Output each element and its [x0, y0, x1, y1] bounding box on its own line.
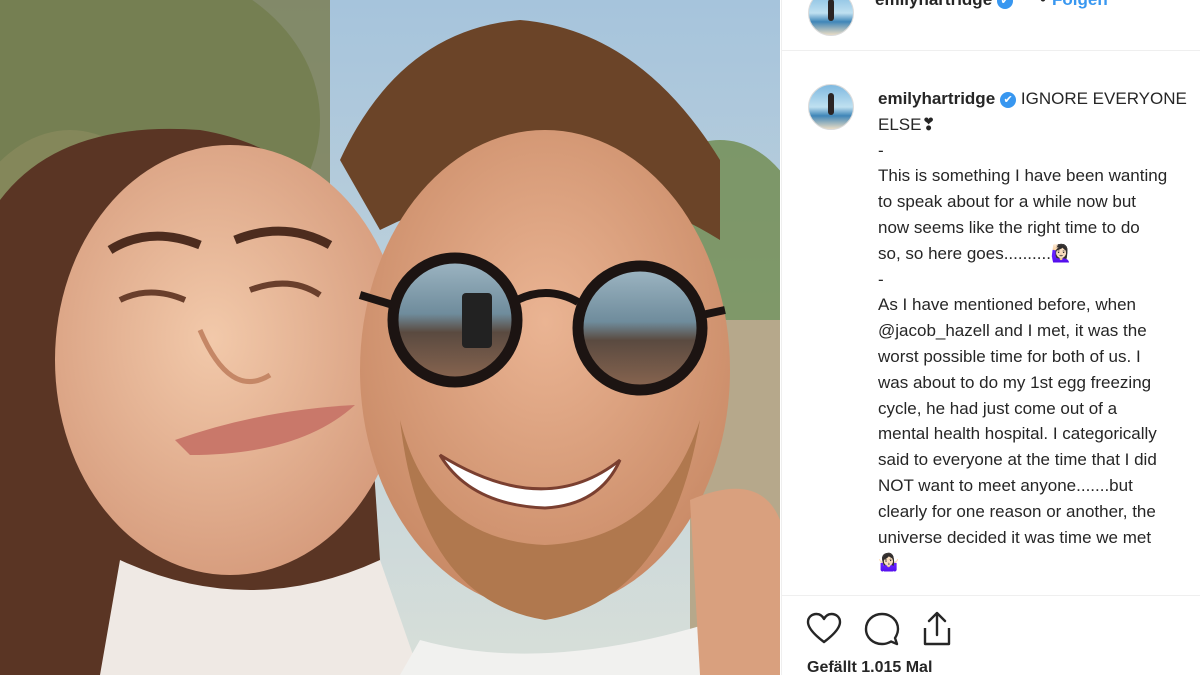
caption-text: and I met, it was the — [994, 321, 1147, 341]
caption-line: This is something I have been wanting — [878, 166, 1168, 186]
caption-avatar[interactable] — [808, 84, 854, 130]
comment-icon[interactable] — [864, 611, 900, 647]
caption-line: NOT want to meet anyone.......but — [878, 475, 1133, 495]
action-bar: Gefällt 1.015 Mal — [782, 595, 1200, 675]
caption-username[interactable]: emilyhartridge — [878, 89, 995, 108]
verified-badge-icon: ✔ — [997, 0, 1014, 9]
header-username[interactable]: emilyhartridge ✔ — [875, 0, 1014, 10]
post-caption: emilyhartridge ✔ IGNORE EVERYONE ELSE❣ - … — [878, 86, 1200, 576]
caption-line: - — [878, 140, 884, 160]
likes-count[interactable]: Gefällt 1.015 Mal — [807, 659, 932, 675]
post-sidebar: emilyhartridge ✔ • Folgen emilyhartridge ✔… — [781, 0, 1200, 675]
caption-line: worst possible time for both of us. I — [878, 346, 1141, 366]
caption-line: 🤷🏻‍♀️ — [878, 553, 900, 573]
share-icon[interactable] — [919, 611, 955, 647]
avatar[interactable] — [808, 0, 854, 36]
caption-line: @jacob_hazell and I met, it was the — [878, 318, 1200, 344]
caption-line: was about to do my 1st egg freezing — [878, 372, 1152, 392]
heart-icon[interactable] — [806, 611, 842, 647]
verified-badge-icon: ✔ — [1000, 92, 1017, 108]
caption-line: so, so here goes..........🙋🏻‍♀️ — [878, 243, 1073, 263]
mention-link[interactable]: @jacob_hazell — [878, 321, 990, 340]
caption-line: universe decided it was time we met — [878, 527, 1152, 547]
selfie-image — [0, 0, 780, 675]
caption-line: ELSE❣ — [878, 114, 936, 134]
caption-line: said to everyone at the time that I did — [878, 450, 1157, 470]
username-text[interactable]: emilyhartridge — [875, 0, 992, 9]
caption-line: to speak about for a while now but — [878, 192, 1136, 212]
caption-text: IGNORE EVERYONE — [1020, 89, 1187, 108]
post-photo[interactable] — [0, 0, 780, 675]
caption-line: cycle, he had just come out of a — [878, 398, 1118, 418]
post-header: emilyhartridge ✔ • Folgen — [782, 0, 1200, 51]
caption-line: now seems like the right time to do — [878, 217, 1140, 237]
caption-line: As I have mentioned before, when — [878, 295, 1136, 315]
caption-line: mental health hospital. I categorically — [878, 424, 1157, 444]
separator-dot: • — [1040, 0, 1046, 10]
caption-line: - — [878, 269, 884, 289]
follow-button[interactable]: Folgen — [1052, 0, 1108, 10]
caption-line: clearly for one reason or another, the — [878, 501, 1156, 521]
caption-line: emilyhartridge ✔ IGNORE EVERYONE — [878, 86, 1200, 112]
